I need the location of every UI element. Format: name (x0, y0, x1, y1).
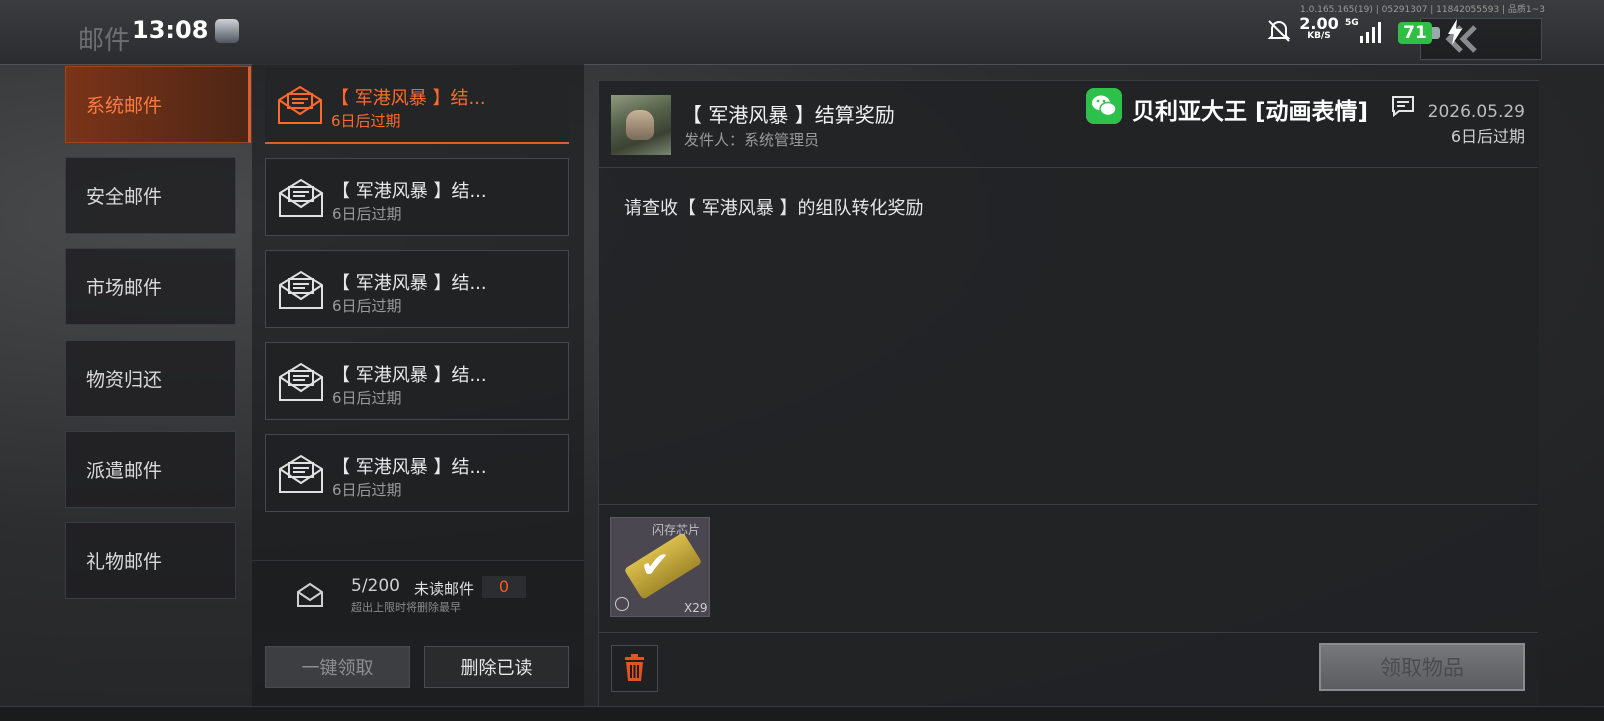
clock: 13:08 (132, 16, 209, 44)
mail-title: 【 军港风暴 】结... (332, 365, 487, 386)
delete-read-button[interactable]: 删除已读 (424, 646, 569, 688)
mail-title: 【 军港风暴 】结... (332, 457, 487, 478)
chevron-left-icon (1445, 25, 1477, 53)
mail-list-item[interactable]: 【 军港风暴 】结... 6日后过期 (265, 342, 569, 420)
battery-indicator: 71 (1398, 22, 1432, 44)
category-dispatch-mail[interactable]: 派遣邮件 (65, 431, 236, 508)
envelope-open-icon (279, 178, 323, 217)
divider (598, 504, 1538, 505)
notification-text: 贝利亚大王 [动画表情] (1132, 99, 1369, 125)
category-system-mail[interactable]: 系统邮件 (65, 66, 251, 143)
mail-detail-expire: 6日后过期 (1450, 127, 1525, 146)
category-label: 物资归还 (86, 369, 163, 391)
mail-expire: 6日后过期 (332, 389, 402, 407)
category-label: 系统邮件 (86, 95, 163, 117)
unread-count-badge: 0 (482, 576, 526, 598)
wechat-icon (1086, 88, 1122, 124)
envelope-open-icon (279, 270, 323, 309)
mail-title: 【 军港风暴 】结... (332, 273, 487, 294)
app-icon (215, 19, 239, 43)
mail-sender: 发件人：系统管理员 (684, 131, 820, 149)
mail-count: 5/200 (351, 576, 400, 596)
back-button[interactable] (1420, 18, 1542, 60)
bottom-bar (0, 706, 1604, 721)
category-label: 安全邮件 (86, 186, 163, 208)
mail-expire: 6日后过期 (332, 205, 402, 223)
category-security-mail[interactable]: 安全邮件 (65, 157, 236, 234)
envelope-open-icon (279, 362, 323, 401)
charging-icon (1448, 19, 1462, 45)
network-type: 5G (1345, 18, 1359, 28)
trash-icon (625, 654, 644, 681)
mail-expire: 6日后过期 (332, 481, 402, 499)
mail-list-item[interactable]: 【 军港风暴 】结... 6日后过期 (265, 158, 569, 236)
mail-list-item[interactable]: 【 军港风暴 】结... 6日后过期 (265, 66, 569, 144)
page-title: 邮件 (78, 26, 131, 56)
mail-title: 【 军港风暴 】结... (331, 88, 486, 109)
check-icon: ✔ (640, 545, 671, 586)
divider (598, 167, 1538, 168)
network-speed: 2.00 KB/S (1299, 14, 1339, 41)
category-gift-mail[interactable]: 礼物邮件 (65, 522, 236, 599)
mail-expire: 6日后过期 (332, 297, 402, 315)
attachment-quantity: X29 (684, 601, 708, 615)
mail-list-item[interactable]: 【 军港风暴 】结... 6日后过期 (265, 434, 569, 512)
envelope-open-icon (278, 85, 322, 124)
mailbox-hint: 超出上限时将删除最早 (351, 601, 461, 614)
category-label: 市场邮件 (86, 277, 163, 299)
category-supply-return[interactable]: 物资归还 (65, 340, 236, 417)
attachment-name: 闪存芯片 (652, 523, 701, 537)
mail-detail-title: 【 军港风暴 】结算奖励 (682, 103, 895, 127)
avatar-face (626, 110, 654, 140)
category-market-mail[interactable]: 市场邮件 (65, 248, 236, 325)
category-label: 礼物邮件 (86, 551, 163, 573)
mail-list-item[interactable]: 【 军港风暴 】结... 6日后过期 (265, 250, 569, 328)
mail-detail-panel (598, 80, 1539, 707)
mail-date: 2026.05.29 (1427, 102, 1525, 122)
envelope-open-icon (279, 454, 323, 493)
battery-tip (1432, 27, 1440, 39)
clock-icon (615, 597, 629, 611)
claim-items-button[interactable]: 领取物品 (1319, 643, 1525, 691)
signal-icon (1360, 22, 1381, 43)
mail-title: 【 军港风暴 】结... (332, 181, 487, 202)
claim-all-button[interactable]: 一键领取 (265, 646, 410, 688)
mail-body: 请查收【 军港风暴 】的组队转化奖励 (624, 198, 924, 219)
mailbox-icon (297, 582, 323, 607)
delete-mail-button[interactable] (611, 645, 658, 692)
category-label: 派遣邮件 (86, 460, 163, 482)
bell-muted-icon (1267, 20, 1291, 42)
divider (598, 632, 1538, 633)
unread-label: 未读邮件 (414, 580, 475, 598)
mail-expire: 6日后过期 (331, 112, 401, 130)
